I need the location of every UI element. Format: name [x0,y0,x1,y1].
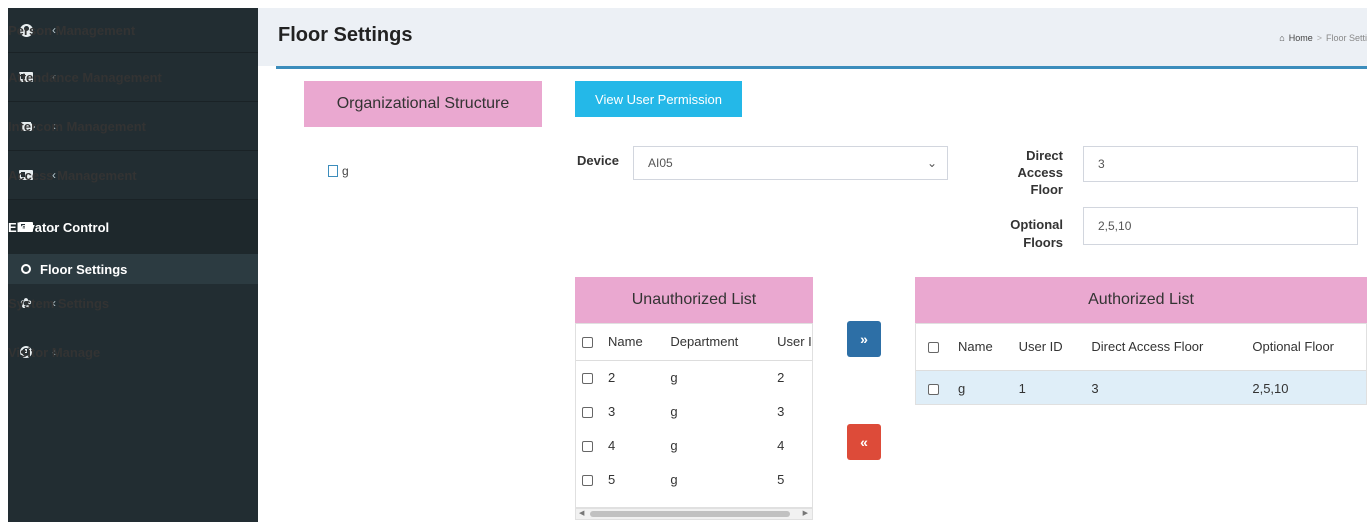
sidebar-item-access-management[interactable]: Access Management ‹ [8,151,258,199]
breadcrumb-home[interactable]: Home [1289,33,1313,43]
row-checkbox[interactable] [576,360,602,394]
unauthorized-table: Name Department User ID 2 g 2 3 g 3 [576,324,812,496]
device-select-value: AI05 [648,156,673,170]
cell-name: 3 [608,403,616,419]
org-structure-header: Organizational Structure [304,81,542,127]
cell-optional-floor: 2,5,10 [1246,370,1366,404]
sidebar-item-visitor-manage[interactable]: Visitor Manage ‹ [8,322,258,382]
cell-user-id: 3 [777,403,785,419]
sidebar-subitem-label: Floor Settings [40,261,128,277]
device-select[interactable]: AI05 ⌄ [633,146,948,180]
sidebar-item-label: Person Management [8,22,136,38]
sidebar-item-attendance-management[interactable]: Attendance Management ‹ [8,53,258,101]
optional-floors-input[interactable]: 2,5,10 [1083,207,1358,245]
sidebar-item-elevator-control[interactable]: Elevator Control ⌄ [8,200,258,254]
content-header: Floor Settings ⌂ Home > Floor Setti [258,8,1367,66]
breadcrumb: ⌂ Home > Floor Setti [1279,33,1367,43]
file-icon [328,165,338,177]
sidebar-item-label: Attendance Management [8,69,162,85]
sidebar-item-label: Elevator Control [8,219,110,235]
sidebar-item-label: Access Management [8,167,137,183]
label-line: Floor [1030,182,1064,197]
col-name: Name [602,324,665,361]
org-tree-node[interactable]: g [328,164,349,178]
cell-user-id: 5 [777,471,785,487]
cell-user-id: 4 [777,437,785,453]
cell-name: 2 [608,369,616,385]
cell-name: 5 [608,471,616,487]
col-user-id: User ID [771,324,812,361]
table-row[interactable]: 3 g 3 [576,394,812,428]
optional-floors-label: Optional Floors [981,216,1063,252]
authorized-list-panel: Authorized List Name User ID Direct Acce… [915,277,1367,407]
home-icon: ⌂ [1279,33,1285,43]
sidebar-item-intercom-management[interactable]: Intercom Management ‹ [8,102,258,150]
sidebar-item-label: Visitor Manage [8,344,101,360]
label-line: Optional [1010,217,1063,232]
unauthorized-list-panel: Unauthorized List Name Department User I… [575,277,813,520]
cell-department: g [670,403,678,419]
direct-access-floor-input[interactable]: 3 [1083,146,1358,182]
sidebar-item-label: Intercom Management [8,118,146,134]
scroll-right-icon[interactable]: ▶ [803,509,808,517]
row-checkbox[interactable] [576,394,602,428]
breadcrumb-current: Floor Setti [1325,33,1367,43]
page-title: Floor Settings [278,24,413,46]
move-to-authorized-button[interactable]: » [847,321,881,357]
table-header-row: Name User ID Direct Access Floor Optiona… [916,324,1366,371]
label-line: Floors [1023,235,1063,250]
col-department: Department [664,324,772,361]
direct-access-floor-label: Direct Access Floor [1001,147,1063,198]
view-user-permission-button[interactable]: View User Permission [575,81,742,117]
sidebar-item-person-management[interactable]: Person Management ‹ [8,8,258,52]
cell-name: 4 [608,437,616,453]
chevron-down-icon: ⌄ [926,156,937,170]
cell-name: g [952,370,1013,404]
org-node-label: g [342,164,349,178]
unauthorized-list-header: Unauthorized List [575,277,813,323]
scrollbar-thumb[interactable] [590,511,790,517]
authorized-list-header: Authorized List [915,277,1367,323]
direct-access-floor-value: 3 [1098,157,1105,171]
table-row[interactable]: g 1 3 2,5,10 [916,370,1366,404]
cell-user-id: 1 [1012,370,1086,404]
sidebar-item-system-settings[interactable]: ✿ System Settings ‹ [8,284,258,322]
label-line: Access [1017,165,1063,180]
breadcrumb-separator: > [1316,33,1322,43]
col-direct-access-floor: Direct Access Floor [1085,324,1247,371]
circle-icon [21,264,31,274]
label-line: Direct [1026,148,1063,163]
cell-department: g [670,369,678,385]
device-label: Device [577,153,619,168]
cell-department: g [670,437,678,453]
row-checkbox[interactable] [576,462,602,496]
col-name: Name [952,324,1013,371]
horizontal-scrollbar[interactable]: ◀ ▶ [575,508,813,520]
col-optional-floor: Optional Floor [1246,324,1366,371]
row-checkbox[interactable] [916,370,952,404]
unauthorized-table-wrapper: Name Department User ID 2 g 2 3 g 3 [575,323,813,508]
cell-user-id: 2 [777,369,785,385]
select-all-checkbox[interactable] [576,324,602,361]
select-all-checkbox[interactable] [916,324,952,371]
authorized-table: Name User ID Direct Access Floor Optiona… [916,324,1366,404]
scroll-left-icon[interactable]: ◀ [579,509,584,517]
move-to-unauthorized-button[interactable]: « [847,424,881,460]
sidebar: Person Management ‹ Attendance Managemen… [8,8,258,522]
header-divider [276,66,1367,69]
optional-floors-value: 2,5,10 [1098,219,1132,233]
row-checkbox[interactable] [576,428,602,462]
authorized-table-wrapper: Name User ID Direct Access Floor Optiona… [915,323,1367,405]
sidebar-subitem-floor-settings[interactable]: Floor Settings [8,254,258,284]
sidebar-item-label: System Settings [8,295,110,311]
table-header-row: Name Department User ID [576,324,812,361]
table-row[interactable]: 4 g 4 [576,428,812,462]
cell-department: g [670,471,678,487]
table-row[interactable]: 5 g 5 [576,462,812,496]
col-user-id: User ID [1012,324,1086,371]
cell-direct-access-floor: 3 [1085,370,1247,404]
table-row[interactable]: 2 g 2 [576,360,812,394]
